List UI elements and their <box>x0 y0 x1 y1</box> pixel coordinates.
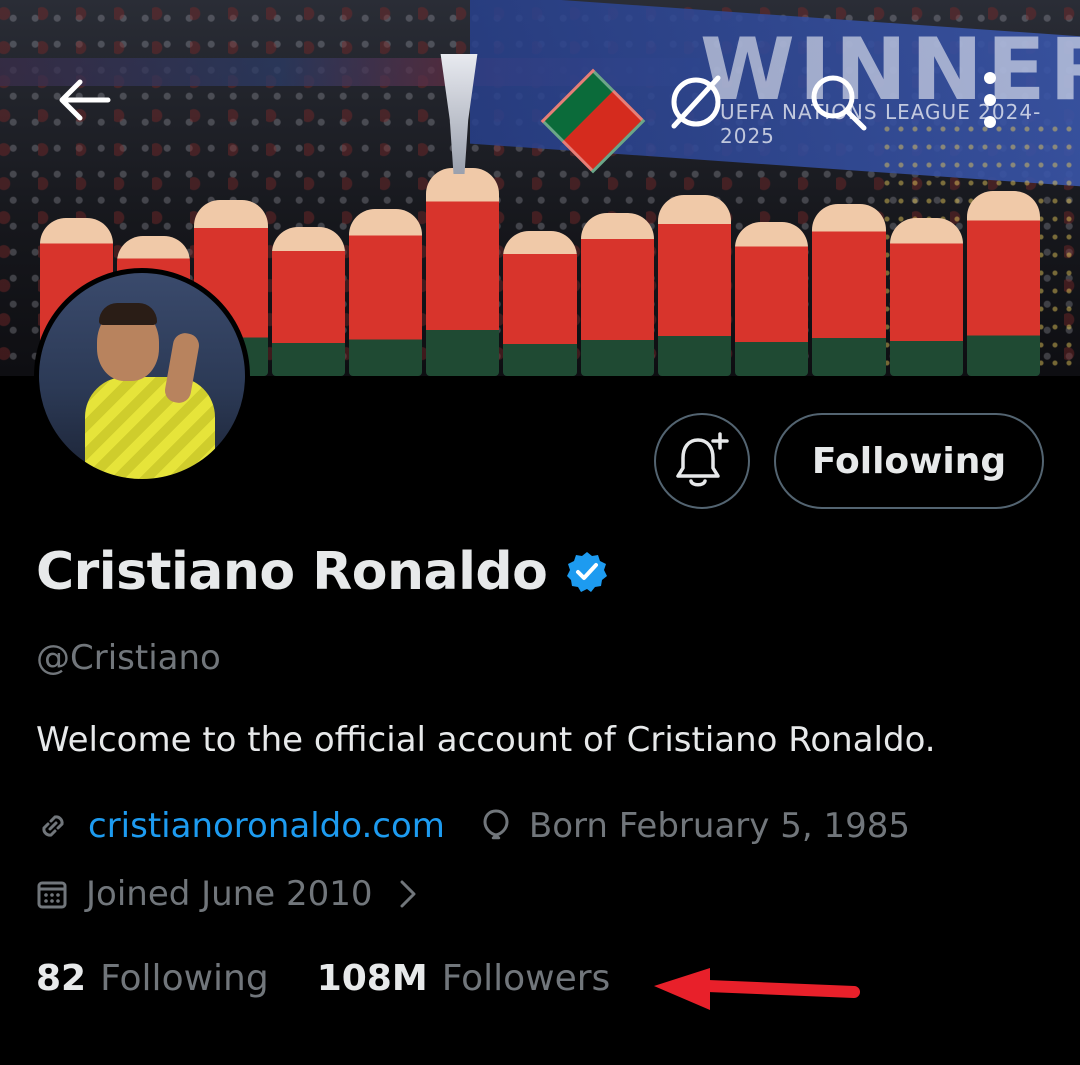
grok-button[interactable] <box>664 70 728 134</box>
search-button[interactable] <box>806 70 870 134</box>
website-item[interactable]: cristianoronaldo.com <box>36 806 445 846</box>
following-button[interactable]: Following <box>774 413 1044 509</box>
profile-meta-row-2[interactable]: Joined June 2010 <box>36 874 417 914</box>
calendar-icon <box>37 881 67 909</box>
link-icon <box>42 815 64 837</box>
profile-meta-row-1: cristianoronaldo.com Born February 5, 19… <box>36 806 910 846</box>
back-button[interactable] <box>52 68 116 132</box>
display-name: Cristiano Ronaldo <box>36 542 548 602</box>
balloon-icon <box>483 809 509 840</box>
followers-count: 108M <box>316 958 428 999</box>
profile-page: WINNERS UEFA NATIONS LEAGUE 2024-2025 <box>0 0 1080 1065</box>
followers-label: Followers <box>441 958 611 999</box>
joined-date: Joined June 2010 <box>86 874 373 914</box>
annotation-arrow-icon <box>654 968 860 1010</box>
birth-date: Born February 5, 1985 <box>528 806 910 846</box>
followers-stat[interactable]: 108M Followers <box>317 958 611 999</box>
avatar[interactable] <box>34 268 250 484</box>
notifications-button[interactable] <box>654 413 750 509</box>
arrow-left-icon <box>59 79 111 121</box>
more-vertical-icon <box>984 72 996 128</box>
follow-stats: 82 Following 108M Followers <box>36 958 610 999</box>
verified-badge-icon[interactable] <box>565 550 609 594</box>
bio-text: Welcome to the official account of Crist… <box>36 720 936 760</box>
following-count: 82 <box>36 958 87 999</box>
chevron-right-icon[interactable] <box>399 879 417 909</box>
more-options-button[interactable] <box>958 68 1022 132</box>
grok-icon <box>671 75 721 129</box>
user-handle: @Cristiano <box>36 638 221 678</box>
following-stat[interactable]: 82 Following <box>36 958 269 999</box>
search-icon <box>811 75 867 131</box>
name-row: Cristiano Ronaldo <box>36 542 609 602</box>
birth-item: Born February 5, 1985 <box>481 806 910 846</box>
joined-item[interactable]: Joined June 2010 <box>36 874 373 914</box>
following-label: Following <box>100 958 269 999</box>
website-link[interactable]: cristianoronaldo.com <box>88 806 445 846</box>
bell-plus-icon <box>676 432 729 487</box>
